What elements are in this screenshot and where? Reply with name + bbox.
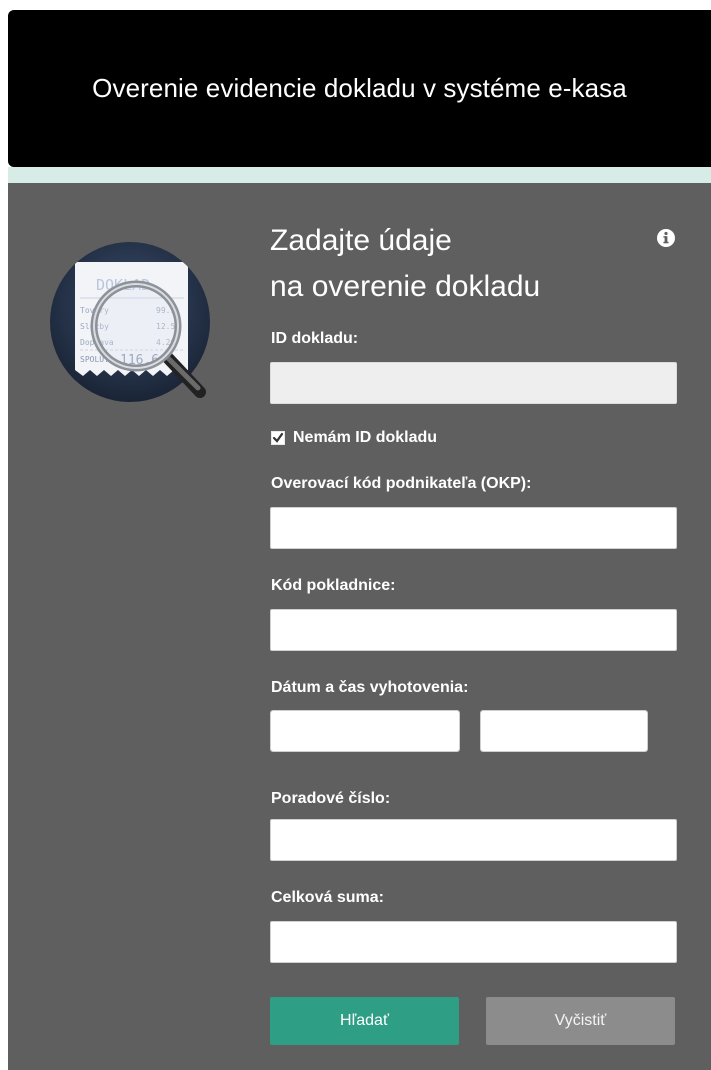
okp-label: Overovací kód podnikateľa (OKP):: [271, 475, 532, 492]
page-header: Overenie evidencie dokladu v systéme e-k…: [8, 10, 711, 167]
datetime-label: Dátum a čas vyhotovenia:: [271, 679, 469, 696]
clear-button[interactable]: Vyčistiť: [486, 997, 675, 1045]
date-input[interactable]: [271, 711, 459, 751]
id-input[interactable]: [270, 362, 677, 404]
time-input[interactable]: [481, 711, 647, 751]
page-title: Overenie evidencie dokladu v systéme e-k…: [92, 73, 627, 103]
form-heading-line1: Zadajte údaje: [270, 224, 452, 257]
time-picker: [480, 710, 648, 752]
cash-register-input[interactable]: [270, 609, 677, 651]
total-input[interactable]: [270, 921, 677, 963]
search-button[interactable]: Hľadať: [270, 997, 459, 1045]
serial-label: Poradové číslo:: [271, 790, 391, 807]
form-heading-line2: na overenie dokladu: [270, 270, 541, 303]
serial-input[interactable]: [270, 819, 677, 861]
id-label: ID dokladu:: [271, 330, 359, 347]
no-id-checkbox[interactable]: Nemám ID dokladu: [271, 427, 437, 449]
form-heading: Zadajte údaje na overenie dokladu: [270, 218, 650, 310]
receipt-magnifier-icon: DOKLAD Tovary 99.9 Služby 12.50 Doprava …: [50, 242, 210, 402]
date-picker: [270, 710, 460, 752]
info-icon[interactable]: [655, 227, 677, 249]
cash-register-label: Kód pokladnice:: [271, 577, 396, 594]
no-id-checkbox-label: Nemám ID dokladu: [293, 429, 438, 446]
total-label: Celková suma:: [271, 889, 384, 906]
okp-input[interactable]: [270, 507, 677, 549]
accent-strip: [8, 167, 711, 183]
checkbox-checked-icon[interactable]: [271, 431, 285, 445]
